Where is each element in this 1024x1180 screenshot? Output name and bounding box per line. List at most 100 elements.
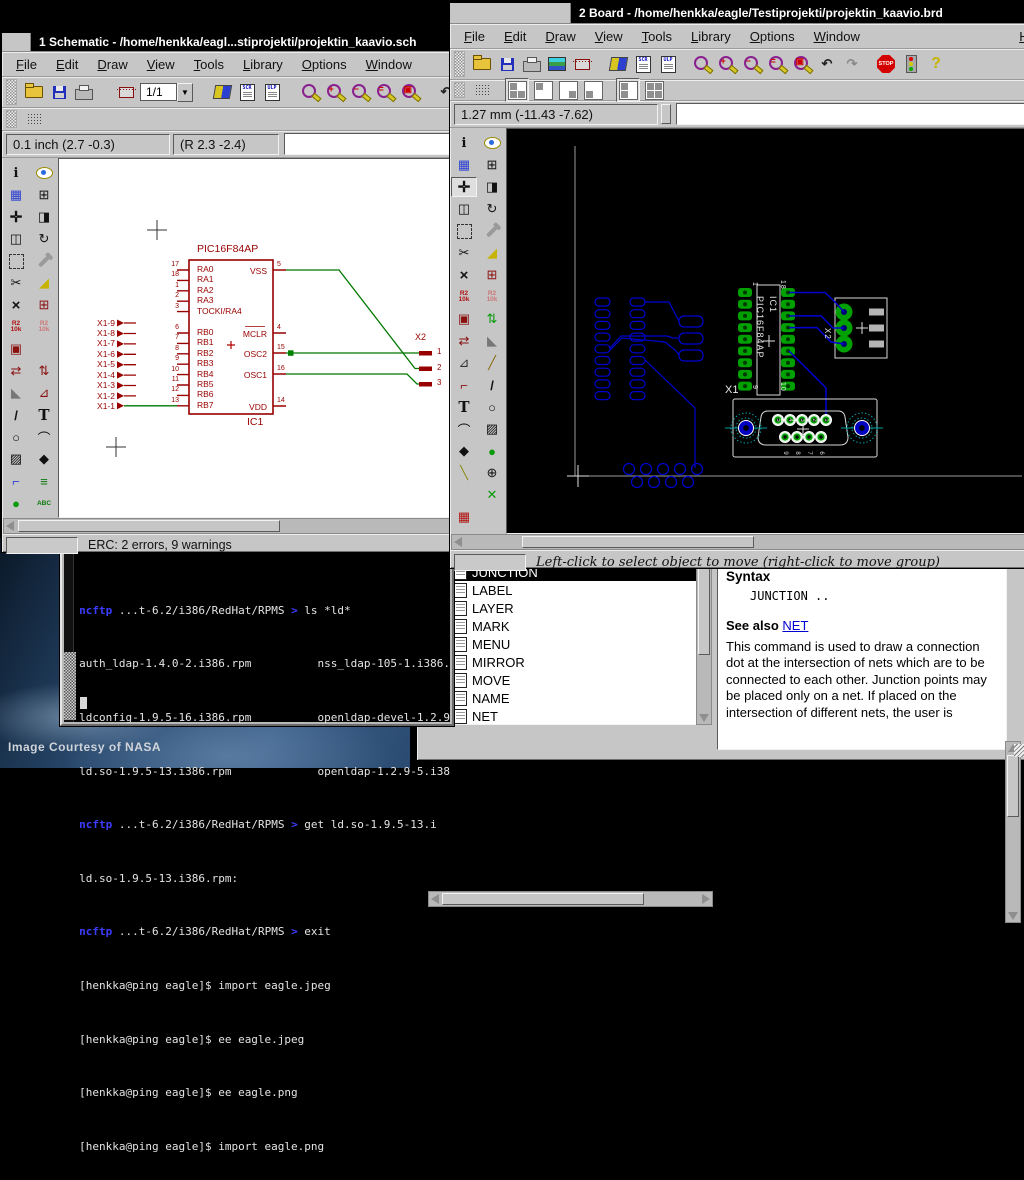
pinswap-tool[interactable]: ⇄ [3,361,29,381]
menu-item[interactable]: Window [366,57,412,72]
tree-hscrollbar[interactable] [428,891,713,907]
scroll-left-arrow[interactable] [454,537,462,547]
copy-tool[interactable]: ◨ [31,207,57,227]
menu-item[interactable]: Tools [642,29,672,44]
cut-tool[interactable]: ✂ [3,273,29,293]
miter-tool[interactable]: ◣ [479,331,505,351]
resize-grip[interactable] [1014,744,1024,757]
smash-tool[interactable]: ▣ [451,309,477,329]
group-tool[interactable] [451,221,477,241]
menu-item[interactable]: Draw [97,57,127,72]
script-button[interactable]: SCR [236,81,258,103]
replace-tool[interactable]: ⇅ [479,309,505,329]
zoom-out-button[interactable]: − [741,53,763,75]
tree-item[interactable]: NET [428,707,696,725]
menu-item[interactable]: Edit [504,29,526,44]
rotate-tool[interactable]: ↻ [479,199,505,219]
board-button[interactable] [115,81,137,103]
menu-item[interactable]: Options [302,57,347,72]
circle-tool[interactable]: ○ [3,427,29,447]
scroll-left-arrow[interactable] [431,894,439,904]
bus-tool[interactable]: ⌐ [3,471,29,491]
group-tool[interactable] [3,251,29,271]
junction-tool[interactable]: ● [3,493,29,513]
info-tool[interactable]: i [3,163,29,183]
scrollbar-thumb[interactable] [442,893,644,905]
menu-item[interactable]: Edit [56,57,78,72]
rect-tool[interactable]: ▨ [3,449,29,469]
open-button[interactable] [23,81,45,103]
grid-button[interactable] [471,79,493,101]
add-tool[interactable]: ⊞ [31,295,57,315]
net-link[interactable]: NET [782,618,808,633]
text-tool[interactable]: T [31,405,57,425]
layer-preset-4[interactable] [582,79,604,101]
print-button[interactable] [521,53,543,75]
value-tool[interactable]: R210k [479,287,505,307]
ratsnest-tool[interactable]: ✕ [479,485,505,505]
value-tool[interactable]: R210k [31,317,57,337]
titlebar-handle[interactable] [2,33,31,51]
split-tool[interactable]: ⊿ [451,353,477,373]
menu-item[interactable]: View [147,57,175,72]
smash-tool[interactable]: ▣ [3,339,29,359]
move-tool[interactable]: ✛ [3,207,29,227]
ripup-tool[interactable]: ⌐ [451,375,477,395]
save-button[interactable] [48,81,70,103]
tree-item[interactable]: MIRROR [428,653,696,671]
errors-tool[interactable]: ▦ [451,507,477,527]
terminal-text[interactable]: ncftp ...t-6.2/i386/RedHat/RPMS > ls *ld… [74,547,450,722]
board-titlebar[interactable]: 2 Board - /home/henkka/eagle/Testiprojek… [450,3,1024,24]
mark-tool[interactable]: ⊞ [479,155,505,175]
layer-preset-3[interactable] [557,79,579,101]
text-tool[interactable]: T [451,397,477,417]
board-hscrollbar[interactable] [451,534,1024,550]
gateswap-tool[interactable]: ⇅ [31,361,57,381]
help-tree-pane[interactable]: JUNCTION LABEL LAYER MARK [427,560,697,725]
scrollbar-thumb[interactable] [18,520,280,532]
show-tool[interactable] [479,133,505,153]
library-button[interactable] [607,53,629,75]
tree-vscrollbar[interactable] [696,560,712,725]
wire-tool[interactable]: / [479,375,505,395]
polygon-tool[interactable]: ◆ [31,449,57,469]
paste-tool[interactable]: ◢ [479,243,505,263]
ulp-button[interactable]: ULP [657,53,679,75]
save-button[interactable] [496,53,518,75]
zoom-in-button[interactable]: + [324,81,346,103]
stop-button[interactable]: STOP [875,53,897,75]
layer-preset-2[interactable] [532,79,554,101]
scrollbar-thumb[interactable] [1007,755,1019,817]
toolbar-grip[interactable] [454,51,465,77]
menu-item[interactable]: Window [814,29,860,44]
tree-item[interactable]: MENU [428,635,696,653]
via-tool[interactable]: ● [479,441,505,461]
mirror-tool[interactable]: ◫ [451,199,477,219]
copy-tool[interactable]: ◨ [479,177,505,197]
zoom-redraw-button[interactable]: ▣ [399,81,421,103]
zoom-fit-button[interactable] [691,53,713,75]
info-tool[interactable]: i [451,133,477,153]
attribute-tool[interactable]: ABC [31,493,57,513]
help-content-pane[interactable]: Syntax JUNCTION .. See also NET This com… [717,560,1007,750]
menu-item[interactable]: Tools [194,57,224,72]
menu-item[interactable]: Library [243,57,283,72]
route-tool[interactable]: ╱ [479,353,505,373]
zoom-select-button[interactable]: = [766,53,788,75]
scroll-down-arrow[interactable] [699,714,709,722]
wire-tool[interactable]: / [3,405,29,425]
name-tool[interactable]: R210k [3,317,29,337]
tree-item[interactable]: NAME [428,689,696,707]
signal-tool[interactable]: ╲ [451,463,477,483]
undo-button[interactable]: ↶ [816,53,838,75]
change-tool[interactable] [479,221,505,241]
rotate-tool[interactable]: ↻ [31,229,57,249]
cam-button[interactable] [546,53,568,75]
menu-item[interactable]: File [464,29,485,44]
change-tool[interactable] [31,251,57,271]
tree-item[interactable]: MOVE [428,671,696,689]
add-tool[interactable]: ⊞ [479,265,505,285]
zoom-select-button[interactable]: = [374,81,396,103]
cut-tool[interactable]: ✂ [451,243,477,263]
delete-tool[interactable]: × [3,295,29,315]
